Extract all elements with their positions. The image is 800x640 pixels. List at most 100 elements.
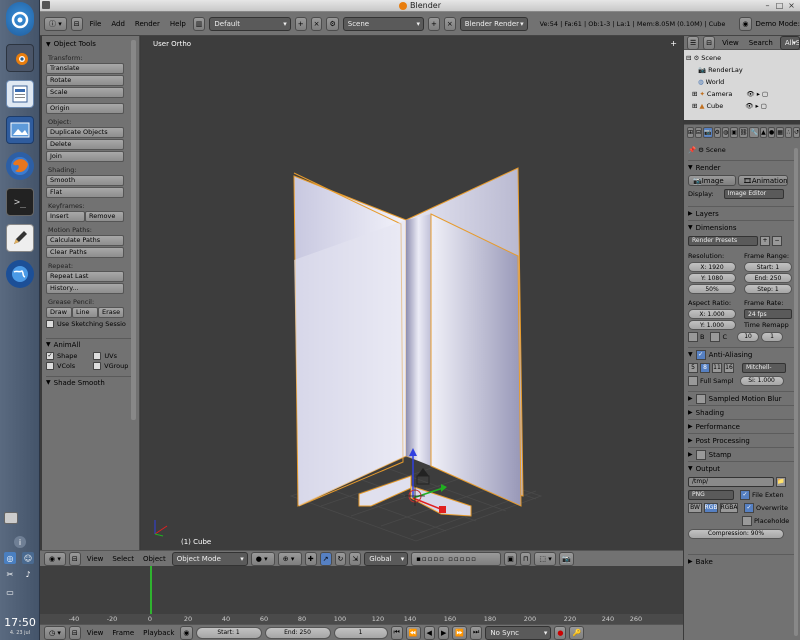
data-tab-icon[interactable]: ▲	[759, 127, 767, 138]
outliner-row-world[interactable]: ◍ World	[686, 76, 798, 88]
output-panel-header[interactable]: ▼ Output	[688, 461, 796, 475]
outliner-row-scene[interactable]: ⊟ ⚙ Scene	[686, 52, 798, 64]
tool-shelf-scrollbar[interactable]	[131, 40, 136, 420]
calculate-paths-button[interactable]: Calculate Paths	[46, 235, 124, 246]
frame-start-field[interactable]: Start: 1	[744, 262, 792, 272]
timeline-ruler[interactable]: -40 -20 0 20 40 60 80 100 120 140 160 180 200 220 240 2…	[40, 614, 683, 624]
play-button[interactable]: ▶	[437, 625, 450, 640]
preview-range-icon[interactable]: ◉	[180, 625, 193, 640]
render-preview-icon[interactable]: 📷	[559, 551, 575, 566]
repeat-last-button[interactable]: Repeat Last	[46, 271, 124, 282]
aa-samples-5[interactable]: 5	[688, 362, 698, 373]
erase-button[interactable]: Erase	[98, 307, 124, 318]
outliner-row-camera[interactable]: ⊞ ✦ Camera 👁 ▸ ▢	[686, 88, 798, 100]
visibility-icon[interactable]: 👁	[746, 90, 754, 98]
next-key-button[interactable]: ⏩	[452, 625, 468, 640]
aa-samples-11[interactable]: 11	[712, 362, 722, 373]
render-tab-icon[interactable]: 📷	[703, 127, 713, 138]
translate-button[interactable]: Translate	[46, 63, 124, 74]
scissors-icon[interactable]: ✂	[4, 568, 16, 580]
select-icon[interactable]: ▸	[756, 102, 759, 110]
render-image-button[interactable]: 📷 Image	[688, 175, 736, 186]
object-tab-icon[interactable]: ▣	[730, 127, 738, 138]
remap-new-field[interactable]: 1	[761, 331, 784, 342]
scale-button[interactable]: Scale	[46, 87, 124, 98]
layout-select[interactable]: Default	[209, 16, 291, 31]
color-rgba-button[interactable]: RGBA	[720, 502, 738, 513]
scene-tab-icon[interactable]: ⚙	[713, 127, 721, 138]
start-frame-field[interactable]: Start: 1	[195, 626, 262, 639]
editor-type-properties-button[interactable]: ⊞	[687, 127, 695, 138]
menu-select[interactable]: Select	[109, 555, 137, 563]
visibility-icon[interactable]: 👁	[745, 102, 753, 110]
use-sketching-checkbox[interactable]: Use Sketching Sessio	[46, 320, 126, 328]
aspect-x-field[interactable]: X: 1.000	[688, 309, 736, 319]
animall-panel-header[interactable]: ▼ AnimAll	[46, 338, 135, 350]
properties-scrollbar[interactable]	[794, 148, 798, 636]
menu-frame[interactable]: Frame	[109, 629, 137, 637]
snap-icon[interactable]: ⊓	[519, 551, 532, 566]
flat-button[interactable]: Flat	[46, 187, 124, 198]
world-tab-icon[interactable]: ◍	[721, 127, 730, 138]
anti-aliasing-checkbox[interactable]: ✓	[695, 349, 706, 360]
expand-icon[interactable]: ⊞	[692, 90, 697, 98]
add-preset-button[interactable]: +	[760, 235, 770, 246]
editor-type-button[interactable]: ⓘ ▾	[44, 16, 67, 31]
browse-folder-icon[interactable]: 📁	[776, 476, 786, 487]
blender-logo-icon[interactable]	[6, 2, 34, 36]
terminal-icon[interactable]: >_	[6, 188, 34, 216]
stamp-checkbox[interactable]	[695, 449, 706, 460]
editor-type-timeline-button[interactable]: ◷ ▾	[44, 625, 66, 640]
3d-viewport[interactable]: User Ortho (1) Cube +	[141, 36, 683, 550]
shape-checkbox[interactable]: ✓ Shape	[46, 352, 77, 360]
display-select[interactable]: Image Editor	[723, 188, 784, 199]
resolution-y-field[interactable]: Y: 1080	[688, 273, 736, 283]
editor-type-outliner-button[interactable]: ☰	[687, 35, 700, 50]
remap-old-field[interactable]: 10	[737, 331, 760, 342]
bake-panel-header[interactable]: ▶ Bake	[688, 554, 796, 568]
sync-select[interactable]: No Sync	[485, 625, 552, 640]
rotate-button[interactable]: Rotate	[46, 75, 124, 86]
rotate-manip-icon[interactable]: ↻	[334, 551, 347, 566]
crop-checkbox[interactable]	[710, 331, 721, 342]
demo-mode-icon[interactable]: ◉	[739, 16, 752, 31]
document-icon[interactable]	[6, 80, 34, 108]
delete-button[interactable]: Delete	[46, 139, 124, 150]
smooth-button[interactable]: Smooth	[46, 175, 124, 186]
object-tools-panel-header[interactable]: ▼ Object Tools	[46, 38, 135, 50]
remove-scene-button[interactable]: ×	[443, 16, 456, 31]
pivot-icon[interactable]: ⊕ ▾	[277, 551, 302, 566]
aa-filter-select[interactable]: Mitchell-	[742, 362, 786, 373]
collapse-3d-menu-button[interactable]: ⊟	[68, 551, 81, 566]
network-icon[interactable]: ◎	[4, 552, 16, 564]
snap-element-icon[interactable]: ⬚ ▾	[534, 551, 557, 566]
shading-panel-header[interactable]: ▶ Shading	[688, 405, 796, 419]
duplicate-objects-button[interactable]: Duplicate Objects	[46, 127, 124, 138]
add-layout-button[interactable]: +	[294, 16, 307, 31]
window-menu-icon[interactable]	[42, 1, 50, 9]
scene-select[interactable]: Scene	[342, 16, 425, 31]
remove-layout-button[interactable]: ×	[310, 16, 323, 31]
constraints-tab-icon[interactable]: ⛓	[738, 127, 749, 138]
monitor-icon[interactable]	[4, 512, 18, 524]
menu-view[interactable]: View	[84, 555, 107, 563]
draw-button[interactable]: Draw	[46, 307, 72, 318]
jump-end-button[interactable]: ⏭	[470, 625, 483, 640]
image-viewer-icon[interactable]	[6, 116, 34, 144]
mode-select[interactable]: Object Mode	[171, 551, 248, 566]
menu-outliner-view[interactable]: View	[719, 39, 742, 47]
text-editor-icon[interactable]	[6, 224, 34, 252]
physics-tab-icon[interactable]: ↺	[792, 127, 800, 138]
remove-preset-button[interactable]: −	[772, 235, 782, 246]
overwrite-checkbox[interactable]: ✓	[744, 502, 754, 513]
manipulator-toggle-icon[interactable]: ✚	[304, 551, 317, 566]
color-bw-button[interactable]: BW	[688, 502, 702, 513]
orientation-select[interactable]: Global	[364, 551, 409, 566]
menu-timeline-view[interactable]: View	[84, 629, 107, 637]
filter-size-field[interactable]: Si: 1.000	[739, 375, 784, 386]
render-engine-select[interactable]: Blender Render	[459, 16, 528, 31]
viewport-plus-icon[interactable]: +	[670, 39, 677, 48]
menu-object[interactable]: Object	[140, 555, 169, 563]
border-checkbox[interactable]	[688, 331, 698, 342]
shade-smooth-panel-header[interactable]: ▼ Shade Smooth	[46, 376, 135, 388]
